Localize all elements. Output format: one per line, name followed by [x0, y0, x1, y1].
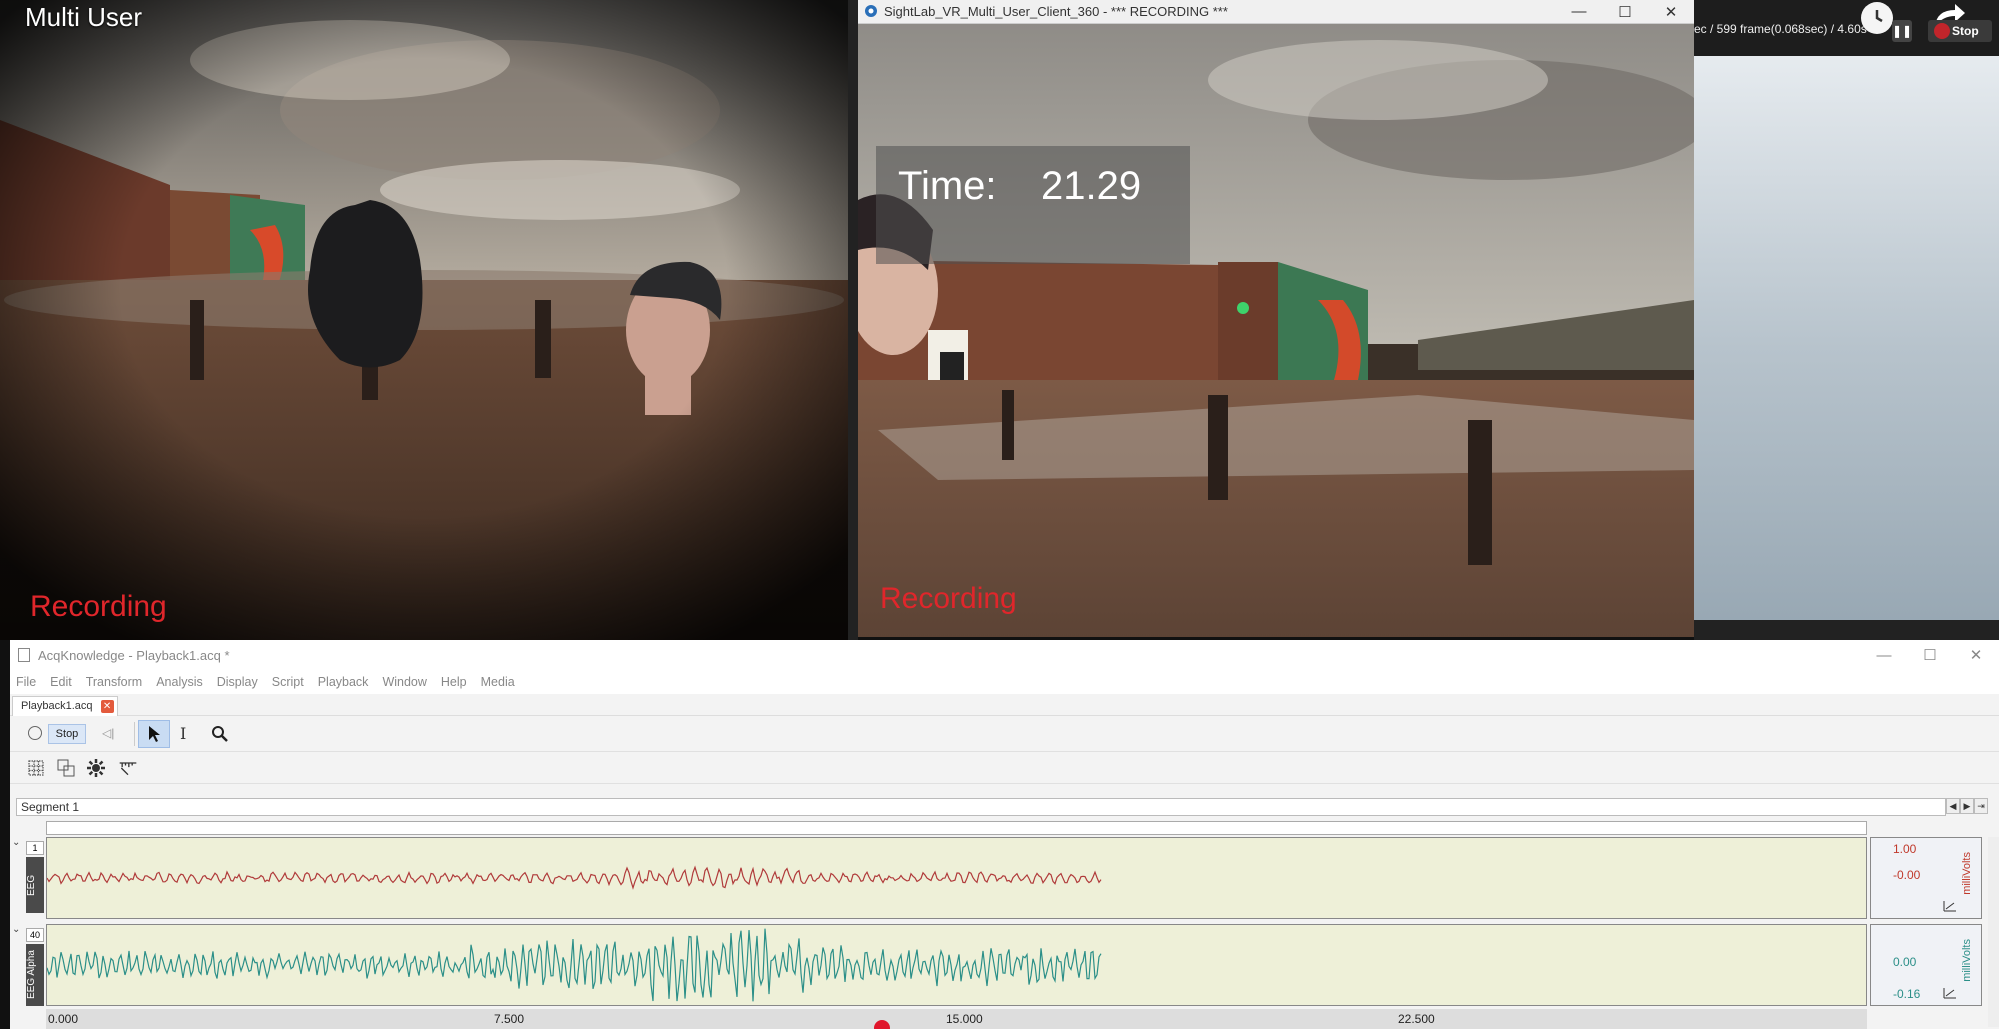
pause-button[interactable]: ❚❚: [1892, 20, 1912, 42]
eeg-alpha-channel-plot[interactable]: [46, 924, 1867, 1006]
stop-recording-button[interactable]: Stop: [1928, 20, 1992, 42]
collapse-icon[interactable]: ⌄: [12, 837, 20, 848]
channel-1-header: ⌄ 1 EEG: [10, 837, 44, 919]
sightlab-app-icon: [865, 5, 877, 17]
channel-number: 1: [26, 841, 44, 855]
scale-min: -0.00: [1893, 868, 1921, 882]
time-overlay: Time: 21.29: [876, 146, 1190, 264]
playback-toolbar: Stop ◁| I: [10, 716, 1999, 752]
close-button[interactable]: ✕: [1648, 0, 1694, 24]
menu-display[interactable]: Display: [217, 675, 258, 689]
segment-selector[interactable]: Segment 1: [16, 798, 1946, 816]
channel-name: EEG: [26, 857, 44, 913]
channel-name: EEG Alpha: [26, 944, 44, 1006]
close-button[interactable]: ✕: [1953, 640, 1999, 670]
tab-close-icon[interactable]: ✕: [100, 700, 114, 713]
minimize-button[interactable]: —: [1861, 640, 1907, 670]
menu-playback[interactable]: Playback: [318, 675, 369, 689]
channel-2-scale: 0.00 -0.16 milliVolts: [1870, 924, 1982, 1006]
menu-transform[interactable]: Transform: [86, 675, 143, 689]
menu-help[interactable]: Help: [441, 675, 467, 689]
menu-bar: File Edit Transform Analysis Display Scr…: [10, 670, 1999, 694]
tab-label: Playback1.acq: [21, 700, 93, 712]
segment-navigation: ◀ ▶ ⇥: [1946, 798, 1988, 814]
toolbar-separator: [134, 722, 135, 746]
acq-window-title: AcqKnowledge - Playback1.acq *: [38, 647, 230, 663]
record-mode-icon[interactable]: [28, 726, 42, 740]
ibeam-tool-icon[interactable]: I: [180, 724, 186, 743]
overlap-icon[interactable]: [56, 758, 76, 778]
recording-indicator: Recording: [880, 582, 1017, 615]
recorder-status: ec / 599 frame(0.068sec) / 4.60s: [1694, 22, 1867, 36]
menu-edit[interactable]: Edit: [50, 675, 72, 689]
maximize-button[interactable]: ☐: [1602, 0, 1648, 24]
client-window-title: SightLab_VR_Multi_User_Client_360 - *** …: [884, 4, 1228, 19]
unit-label: milliVolts: [1961, 939, 1973, 982]
background-window: ec / 599 frame(0.068sec) / 4.60s ❚❚ Stop: [1694, 0, 1999, 640]
document-tabs: Playback1.acq ✕: [10, 694, 1999, 716]
display-toolbar: [10, 752, 1999, 784]
time-value: 21.29: [1041, 164, 1142, 208]
channel-2-header: ⌄ 40 EEG Alpha: [10, 924, 44, 1006]
gear-icon[interactable]: [86, 758, 106, 778]
menu-media[interactable]: Media: [481, 675, 515, 689]
collapse-icon[interactable]: ⌄: [12, 924, 20, 935]
menu-analysis[interactable]: Analysis: [156, 675, 203, 689]
view-title: Multi User: [25, 2, 143, 32]
menu-script[interactable]: Script: [272, 675, 304, 689]
channel-number: 40: [26, 928, 44, 942]
recorder-toolbar: ec / 599 frame(0.068sec) / 4.60s ❚❚ Stop: [1694, 0, 1999, 56]
ruler-icon[interactable]: [118, 758, 138, 778]
tick-label: 0.000: [48, 1012, 79, 1026]
last-segment-button[interactable]: ⇥: [1974, 798, 1988, 814]
eeg-alpha-waveform: [46, 928, 1102, 1002]
eeg-channel-plot[interactable]: [46, 837, 1867, 919]
playhead-marker[interactable]: [874, 1020, 890, 1029]
sky-scene: [1694, 56, 1999, 640]
recording-indicator: Recording: [30, 590, 167, 623]
stop-button[interactable]: Stop: [48, 724, 86, 744]
rewind-icon[interactable]: ◁|: [102, 726, 114, 740]
vertical-scrollbar[interactable]: [1988, 837, 1999, 1027]
autoscale-icon[interactable]: [1943, 900, 1957, 912]
scale-max: 0.00: [1893, 955, 1917, 969]
arrow-tool-icon[interactable]: [138, 720, 170, 748]
screen: Multi User Recording SightLab_VR_Multi_U…: [0, 0, 1999, 1029]
menu-window[interactable]: Window: [382, 675, 426, 689]
unit-label: milliVolts: [1961, 852, 1973, 895]
record-icon: [1934, 23, 1950, 39]
maximize-button[interactable]: ☐: [1907, 640, 1953, 670]
tick-label: 7.500: [494, 1012, 525, 1026]
vr-scene-left: [0, 0, 848, 640]
eeg-waveform: [46, 865, 1102, 890]
tab-playback1[interactable]: Playback1.acq ✕: [12, 696, 118, 716]
time-label: Time:: [898, 164, 997, 208]
stop-label: Stop: [1952, 24, 1979, 38]
autoscale-icon[interactable]: [1943, 987, 1957, 999]
acqknowledge-window: AcqKnowledge - Playback1.acq * — ☐ ✕ Fil…: [10, 640, 1999, 1029]
prev-segment-button[interactable]: ◀: [1946, 798, 1960, 814]
multi-user-view: Multi User Recording: [0, 0, 848, 640]
vr-scene-right: [858, 24, 1694, 637]
tick-label: 22.500: [1398, 1012, 1435, 1026]
grid-icon[interactable]: [26, 758, 46, 778]
minimize-button[interactable]: —: [1556, 0, 1602, 24]
time-ruler: [46, 821, 1867, 835]
tick-label: 15.000: [946, 1012, 983, 1026]
scale-max: 1.00: [1893, 842, 1917, 856]
document-icon: [18, 648, 30, 662]
clock-icon[interactable]: [1861, 2, 1893, 34]
time-axis: 0.000 7.500 15.000 22.500: [46, 1009, 1867, 1029]
next-segment-button[interactable]: ▶: [1960, 798, 1974, 814]
divider: [848, 0, 858, 640]
client-window: SightLab_VR_Multi_User_Client_360 - *** …: [858, 0, 1694, 637]
zoom-icon[interactable]: [210, 724, 230, 744]
acq-titlebar: AcqKnowledge - Playback1.acq * — ☐ ✕: [10, 640, 1999, 670]
client-titlebar: SightLab_VR_Multi_User_Client_360 - *** …: [858, 0, 1694, 24]
scale-min: -0.16: [1893, 987, 1921, 1001]
channel-1-scale: 1.00 -0.00 milliVolts: [1870, 837, 1982, 919]
menu-file[interactable]: File: [16, 675, 36, 689]
